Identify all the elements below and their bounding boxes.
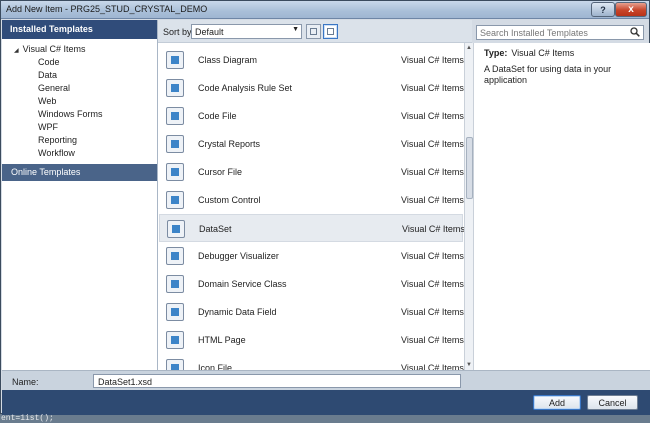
name-label: Name: — [12, 377, 39, 387]
search-templates-input[interactable]: Search Installed Templates — [476, 25, 644, 40]
details-type-label: Type: — [484, 48, 508, 58]
tree-root-label: Visual C# Items — [22, 44, 86, 54]
template-row[interactable]: Custom Control Visual C# Items — [159, 186, 464, 214]
template-row[interactable]: HTML Page Visual C# Items — [159, 326, 464, 354]
template-name: Custom Control — [198, 195, 261, 205]
small-icons-view-button[interactable] — [306, 24, 321, 39]
template-category: Visual C# Items — [401, 83, 464, 93]
details-panel: Type: Visual C# Items A DataSet for using… — [473, 43, 650, 370]
template-category: Visual C# Items — [401, 111, 464, 121]
template-category: Visual C# Items — [401, 307, 464, 317]
installed-templates-header[interactable]: Installed Templates — [2, 20, 157, 39]
template-icon — [166, 163, 184, 181]
template-row[interactable]: DataSet Visual C# Items — [159, 214, 464, 242]
details-type: Type: Visual C# Items — [484, 48, 574, 58]
template-category: Visual C# Items — [401, 279, 464, 289]
template-name: Domain Service Class — [198, 279, 287, 289]
template-row[interactable]: Class Diagram Visual C# Items — [159, 46, 464, 74]
template-category: Visual C# Items — [401, 251, 464, 261]
template-category: Visual C# Items — [401, 139, 464, 149]
help-button[interactable]: ? — [591, 2, 615, 17]
template-name: Code Analysis Rule Set — [198, 83, 293, 93]
template-row[interactable]: Crystal Reports Visual C# Items — [159, 130, 464, 158]
template-row[interactable]: Code Analysis Rule Set Visual C# Items — [159, 74, 464, 102]
tree-item[interactable]: Web — [38, 96, 56, 106]
template-row[interactable]: Debugger Visualizer Visual C# Items — [159, 242, 464, 270]
sort-by-label: Sort by: — [163, 27, 195, 37]
template-icon — [166, 51, 184, 69]
window-title: Add New Item - PRG25_STUD_CRYSTAL_DEMO — [6, 4, 208, 14]
scroll-thumb[interactable] — [466, 137, 473, 199]
template-list-scrollbar[interactable]: ▲ ▼ — [464, 43, 473, 370]
template-icon — [166, 331, 184, 349]
template-category: Visual C# Items — [401, 55, 464, 65]
scroll-up-icon[interactable]: ▲ — [466, 45, 472, 51]
title-bar[interactable]: Add New Item - PRG25_STUD_CRYSTAL_DEMO ?… — [1, 1, 649, 19]
template-row[interactable]: Cursor File Visual C# Items — [159, 158, 464, 186]
medium-icons-icon — [327, 28, 334, 35]
template-list[interactable]: Class Diagram Visual C# Items Code Analysi… — [158, 43, 464, 370]
template-row[interactable]: Dynamic Data Field Visual C# Items — [159, 298, 464, 326]
dropdown-arrow-icon: ▼ — [292, 26, 299, 33]
tree-item[interactable]: Code — [38, 57, 60, 67]
template-category: Visual C# Items — [401, 167, 464, 177]
template-category: Visual C# Items — [401, 335, 464, 345]
tree-item[interactable]: WPF — [38, 122, 58, 132]
template-name: Dynamic Data Field — [198, 307, 277, 317]
template-name: Icon File — [198, 363, 233, 370]
scroll-down-icon[interactable]: ▼ — [466, 362, 472, 368]
template-name: Cursor File — [198, 167, 243, 177]
bottom-bar: Name: DataSet1.xsd Add Cancel — [2, 370, 650, 415]
close-button[interactable]: x — [615, 2, 647, 17]
online-templates-item[interactable]: Online Templates — [2, 164, 157, 181]
template-icon — [166, 191, 184, 209]
collapse-arrow-icon[interactable]: ◢ — [14, 48, 19, 54]
medium-icons-view-button[interactable] — [323, 24, 338, 39]
tree-item[interactable]: Workflow — [38, 148, 75, 158]
search-icon[interactable] — [630, 27, 640, 37]
details-description: A DataSet for using data in your applica… — [484, 64, 612, 85]
tree-item[interactable]: General — [38, 83, 70, 93]
template-icon — [166, 135, 184, 153]
template-category: Visual C# Items — [401, 363, 464, 370]
add-button[interactable]: Add — [533, 395, 581, 410]
template-icon — [166, 359, 184, 370]
search-placeholder: Search Installed Templates — [480, 28, 588, 38]
template-name: Class Diagram — [198, 55, 258, 65]
sort-by-dropdown[interactable]: Default ▼ — [191, 24, 302, 39]
template-name: HTML Page — [198, 335, 246, 345]
sort-by-value: Default — [195, 27, 224, 37]
add-new-item-dialog: Add New Item - PRG25_STUD_CRYSTAL_DEMO ?… — [0, 0, 650, 415]
template-category: Visual C# Items — [401, 195, 464, 205]
template-icon — [166, 107, 184, 125]
template-icon — [166, 247, 184, 265]
template-tree-panel: Installed Templates ◢ Visual C# Items Cod… — [2, 20, 158, 370]
template-icon — [166, 79, 184, 97]
template-row[interactable]: Icon File Visual C# Items — [159, 354, 464, 370]
template-category: Visual C# Items — [402, 224, 464, 234]
sort-toolbar: Sort by: Default ▼ — [158, 20, 472, 43]
tree-item-visual-csharp[interactable]: ◢ Visual C# Items — [14, 44, 85, 54]
small-icons-icon — [310, 28, 317, 35]
tree-item[interactable]: Reporting — [38, 135, 77, 145]
tree-item[interactable]: Windows Forms — [38, 109, 103, 119]
template-name: Crystal Reports — [198, 139, 261, 149]
template-name: DataSet — [199, 224, 232, 234]
template-icon — [166, 303, 184, 321]
template-name: Debugger Visualizer — [198, 251, 279, 261]
template-name: Code File — [198, 111, 237, 121]
cancel-button[interactable]: Cancel — [587, 395, 638, 410]
button-strip: Add Cancel — [2, 390, 650, 415]
template-icon — [167, 220, 185, 238]
name-input[interactable]: DataSet1.xsd — [93, 374, 461, 388]
template-row[interactable]: Domain Service Class Visual C# Items — [159, 270, 464, 298]
template-icon — [166, 275, 184, 293]
details-type-value: Visual C# Items — [511, 48, 575, 58]
template-row[interactable]: Code File Visual C# Items — [159, 102, 464, 130]
tree-item[interactable]: Data — [38, 70, 57, 80]
